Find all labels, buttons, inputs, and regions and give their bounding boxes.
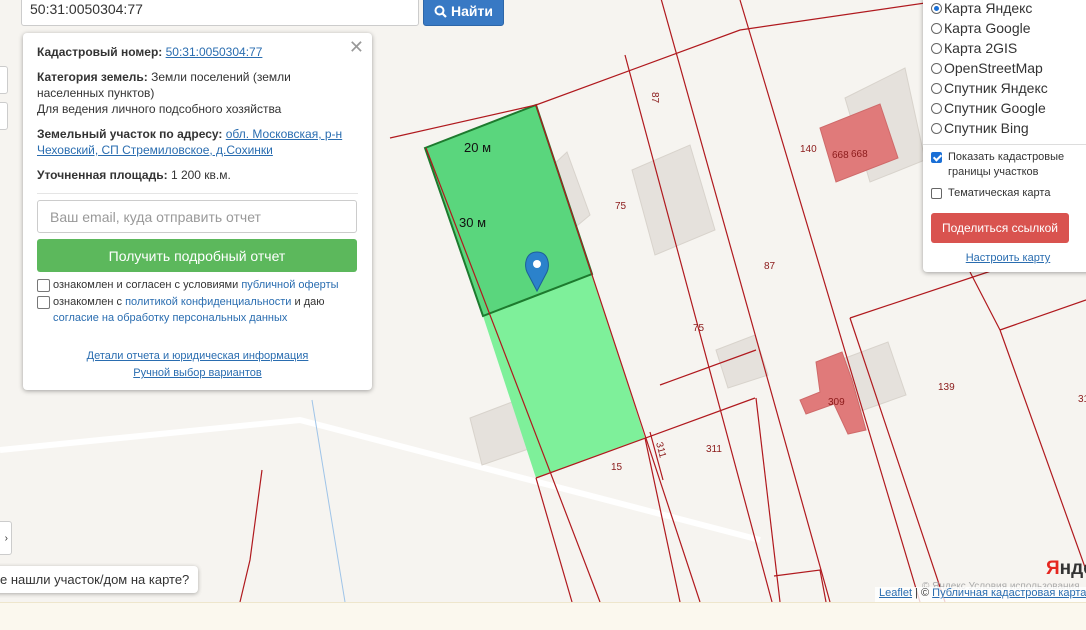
layer-radio[interactable]: [931, 22, 942, 34]
parcel-label: 87: [649, 92, 660, 104]
panel-links: Детали отчета и юридическая информация Р…: [37, 348, 358, 382]
layer-option[interactable]: Карта 2GIS: [931, 38, 1085, 58]
land-category-row: Категория земель: Земли поселений (земли…: [37, 69, 358, 117]
setup-map-link[interactable]: Настроить карту: [931, 252, 1085, 264]
layer-radio[interactable]: [931, 102, 942, 114]
parcel-label: 140: [800, 144, 817, 155]
parcel-label: 87: [764, 261, 776, 272]
thematic-map-label: Тематическая карта: [948, 187, 1051, 199]
thematic-map-checkbox[interactable]: [931, 188, 942, 199]
cadastral-number-label: Кадастровый номер:: [37, 45, 163, 59]
search-button-label: Найти: [451, 3, 493, 19]
layer-label: Карта Яндекс: [944, 0, 1033, 16]
address-row: Земельный участок по адресу: обл. Москов…: [37, 126, 358, 158]
layer-list: Карта Яндекс Карта Google Карта 2GIS OpenSt…: [931, 0, 1085, 138]
search-icon: [434, 5, 447, 18]
show-borders-row[interactable]: Показать кадастровые границы участков: [931, 150, 1085, 180]
privacy-agreement-text: ознакомлен с политикой конфиденциальност…: [53, 296, 325, 324]
land-category-label: Категория земель:: [37, 70, 148, 84]
get-report-button[interactable]: Получить подробный отчет: [37, 239, 357, 272]
layer-option[interactable]: Спутник Яндекс: [931, 78, 1085, 98]
cadastral-map-link[interactable]: Публичная кадастровая карта: [932, 587, 1086, 599]
layer-label: OpenStreetMap: [944, 60, 1043, 76]
leaflet-link[interactable]: Leaflet: [879, 587, 912, 599]
cadastral-number-row: Кадастровый номер: 50:31:0050304:77: [37, 44, 358, 60]
layer-option[interactable]: Карта Яндекс: [931, 0, 1085, 18]
border-line: [239, 469, 263, 602]
show-borders-label: Показать кадастровые границы участков: [948, 151, 1065, 178]
bottom-strip: [0, 602, 1086, 630]
parcel-label: 309: [828, 397, 845, 408]
layer-option[interactable]: Карта Google: [931, 18, 1085, 38]
privacy-agreement-checkbox[interactable]: [37, 296, 50, 309]
offer-agreement-text: ознакомлен и согласен с условиями публич…: [53, 279, 339, 291]
parcel-label: 15: [611, 462, 623, 473]
close-icon[interactable]: ✕: [349, 37, 364, 58]
dimension-width-label: 20 м: [464, 140, 491, 155]
search-button[interactable]: Найти: [423, 0, 504, 26]
layer-label: Спутник Google: [944, 100, 1046, 116]
parcel-label: 139: [938, 382, 955, 393]
thematic-map-row[interactable]: Тематическая карта: [931, 186, 1085, 201]
manual-selection-link[interactable]: Ручной выбор вариантов: [37, 365, 358, 382]
layer-option[interactable]: Спутник Bing: [931, 118, 1085, 138]
privacy-agreement-row: ознакомлен с политикой конфиденциальност…: [37, 294, 358, 326]
offer-agreement-checkbox[interactable]: [37, 279, 50, 292]
public-offer-link[interactable]: публичной оферты: [241, 279, 338, 291]
border-line: [773, 569, 827, 602]
layer-radio[interactable]: [931, 62, 942, 74]
zoom-in-button[interactable]: [0, 66, 8, 94]
map-layers-panel: Карта Яндекс Карта Google Карта 2GIS OpenSt…: [923, 0, 1086, 272]
border-line: [999, 299, 1086, 331]
layer-radio[interactable]: [931, 42, 942, 54]
parcel-label: 31: [1078, 394, 1086, 405]
address-label: Земельный участок по адресу:: [37, 127, 223, 141]
expand-arrow-icon[interactable]: ›: [0, 521, 12, 555]
email-input[interactable]: Ваш email, куда отправить отчет: [37, 200, 357, 233]
parcel-label: 668: [832, 150, 849, 161]
border-line: [660, 0, 831, 602]
parcel-label: 75: [693, 323, 705, 334]
layer-option[interactable]: OpenStreetMap: [931, 58, 1085, 78]
layer-label: Карта 2GIS: [944, 40, 1018, 56]
cadastral-number-link[interactable]: 50:31:0050304:77: [166, 45, 263, 59]
parcel-info-panel: ✕ Кадастровый номер: 50:31:0050304:77 Ка…: [23, 33, 372, 390]
parcel-label: 668: [851, 149, 868, 160]
layer-radio[interactable]: [931, 122, 942, 134]
area-value: 1 200 кв.м.: [170, 168, 231, 182]
border-line: [849, 317, 946, 602]
map-attribution: Leaflet | © Публичная кадастровая карта: [875, 587, 1086, 602]
share-link-button[interactable]: Поделиться ссылкой: [931, 213, 1069, 243]
building: [631, 144, 716, 256]
layer-label: Спутник Bing: [944, 120, 1029, 136]
layer-label: Карта Google: [944, 20, 1031, 36]
border-line: [535, 477, 573, 602]
area-label: Уточненная площадь:: [37, 168, 168, 182]
privacy-policy-link[interactable]: политикой конфиденциальности: [125, 296, 291, 308]
yandex-logo: Яндекс: [1046, 558, 1086, 579]
parcel-label: 75: [615, 201, 627, 212]
parcel-label: 311: [653, 441, 668, 460]
border-line: [755, 397, 781, 602]
search-input[interactable]: 50:31:0050304:77: [21, 0, 419, 26]
dimension-length-label: 30 м: [459, 215, 486, 230]
personal-data-consent-link[interactable]: согласие на обработку персональных данны…: [53, 312, 287, 324]
report-details-link[interactable]: Детали отчета и юридическая информация: [37, 348, 358, 365]
parcel-label: 311: [706, 444, 722, 455]
show-borders-checkbox[interactable]: [931, 152, 942, 163]
border-line: [969, 271, 1001, 331]
layer-label: Спутник Яндекс: [944, 80, 1048, 96]
land-usage-value: Для ведения личного подсобного хозяйства: [37, 102, 282, 116]
border-line: [999, 329, 1086, 571]
not-found-button[interactable]: е нашли участок/дом на карте?: [0, 566, 199, 593]
area-row: Уточненная площадь: 1 200 кв.м.: [37, 167, 358, 183]
zoom-out-button[interactable]: [0, 102, 8, 130]
layer-option[interactable]: Спутник Google: [931, 98, 1085, 118]
divider: [37, 193, 358, 194]
layer-radio[interactable]: [931, 2, 942, 14]
divider: [923, 144, 1086, 145]
offer-agreement-row: ознакомлен и согласен с условиями публич…: [37, 277, 358, 293]
layer-radio[interactable]: [931, 82, 942, 94]
